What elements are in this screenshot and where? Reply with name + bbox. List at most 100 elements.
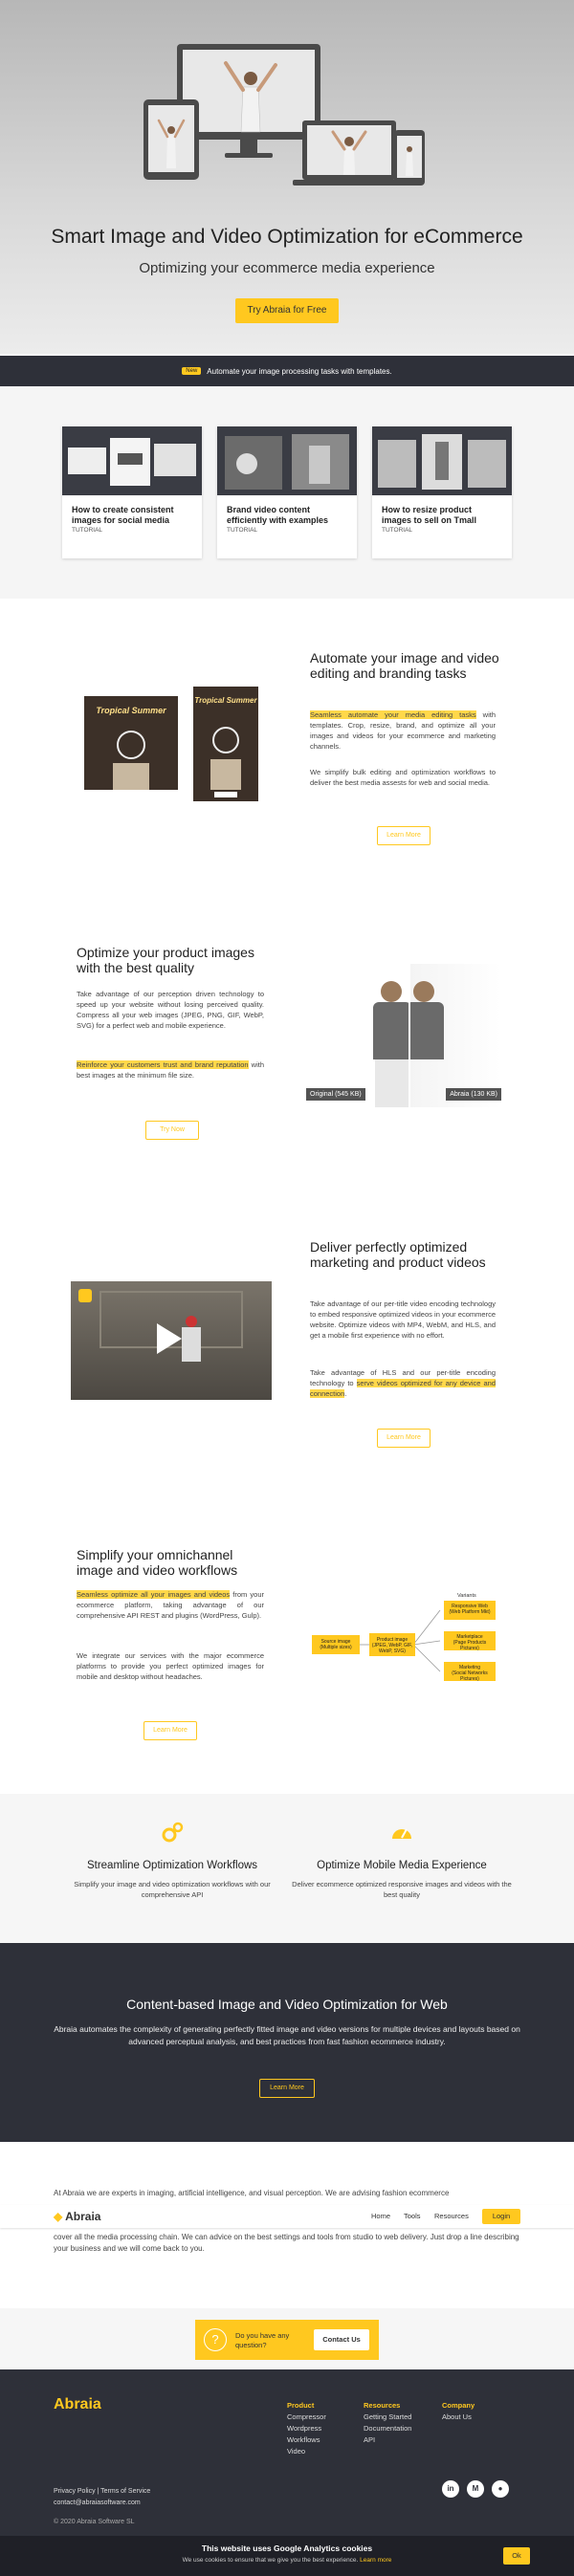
footer-heading: Resources [364, 2401, 401, 2410]
navbar: ◆ Abraia Home Tools Resources Login [0, 2205, 574, 2228]
footer-email[interactable]: contact@abraiasoftware.com [54, 2500, 141, 2506]
footer-link[interactable]: Workflows [287, 2434, 326, 2446]
tutorial-title: How to create consistent images for soci… [72, 505, 174, 525]
video-text-2: Take advantage of HLS and our per-title … [310, 1367, 496, 1399]
announcement-banner[interactable]: New Automate your image processing tasks… [0, 356, 574, 386]
try-now-button[interactable]: Try Now [145, 1121, 199, 1140]
about-text-1: At Abraia we are experts in imaging, art… [54, 2189, 450, 2197]
feature-desc: Deliver ecommerce optimized responsive i… [292, 1880, 512, 1899]
cookie-title: This website uses Google Analytics cooki… [201, 2543, 373, 2553]
login-button[interactable]: Login [482, 2209, 520, 2224]
tutorial-card[interactable]: How to create consistent images for soci… [62, 426, 202, 558]
cookie-bar: This website uses Google Analytics cooki… [0, 2536, 574, 2576]
hero-title: Smart Image and Video Optimization for e… [51, 226, 523, 248]
footer-copyright: © 2020 Abraia Software SL [54, 2519, 135, 2525]
content-based-learn-more-button[interactable]: Learn More [259, 2079, 315, 2098]
hero-section: Smart Image and Video Optimization for e… [0, 0, 574, 354]
navbar-logo-text: Abraia [65, 2210, 101, 2223]
navbar-logo[interactable]: ◆ Abraia [54, 2210, 100, 2223]
about-text-2: cover all the media processing chain. We… [54, 2233, 519, 2253]
content-based-title: Content-based Image and Video Optimizati… [126, 1997, 448, 2012]
automate-text-2: We simplify bulk editing and optimizatio… [310, 768, 496, 787]
tutorial-thumbnail [217, 426, 357, 495]
footer-link[interactable]: API [364, 2434, 411, 2446]
hero-subtitle: Optimizing your ecommerce media experien… [139, 260, 435, 276]
variant-sublabel: (Social Networks Pictures) [452, 1670, 488, 1682]
tutorial-thumbnail [372, 426, 512, 495]
footer-col-resources: Resources Getting Started Documentation … [364, 2400, 411, 2446]
contact-us-button[interactable]: Contact Us [314, 2329, 369, 2350]
medium-icon[interactable]: M [467, 2480, 484, 2498]
devices-illustration [144, 44, 425, 186]
omnichannel-learn-more-button[interactable]: Learn More [144, 1721, 197, 1740]
video-title: Deliver perfectly optimized marketing an… [310, 1239, 486, 1270]
nav-link-tools[interactable]: Tools [404, 2212, 421, 2220]
product-box: Product image (JPEG, WebP, GIF, WebP, SV… [369, 1633, 415, 1656]
tutorial-tag: TUTORIAL [72, 527, 103, 534]
footer-heading: Company [442, 2401, 475, 2410]
tutorial-card[interactable]: How to resize product images to sell on … [372, 426, 512, 558]
footer-link[interactable]: Wordpress [287, 2423, 326, 2434]
source-box: Source image (Multiple sizes) [312, 1635, 360, 1654]
automate-learn-more-button[interactable]: Learn More [377, 826, 430, 845]
footer-link[interactable]: Compressor [287, 2412, 326, 2423]
footer-link[interactable]: Getting Started [364, 2412, 411, 2423]
try-free-button[interactable]: Try Abraia for Free [235, 298, 339, 323]
tutorial-card[interactable]: Brand video content efficiently with exa… [217, 426, 357, 558]
automate-image: Tropical Summer [193, 687, 258, 801]
video-learn-more-button[interactable]: Learn More [377, 1429, 430, 1448]
automate-highlight: Seamless automate your media editing tas… [310, 710, 476, 719]
footer-col-product: Product Compressor Wordpress Workflows V… [287, 2400, 326, 2457]
tutorial-title: How to resize product images to sell on … [382, 505, 477, 525]
feature-item: Streamline Optimization Workflows Simpli… [57, 1821, 287, 1900]
speedometer-icon [392, 1828, 411, 1839]
footer-link[interactable]: About Us [442, 2412, 475, 2423]
comparison-slider-handle[interactable] [408, 964, 410, 1107]
tutorial-tag: TUTORIAL [227, 527, 258, 534]
footer-link[interactable]: Video [287, 2446, 326, 2457]
play-icon[interactable] [157, 1323, 182, 1354]
optimize-highlight: Reinforce your customers trust and brand… [77, 1060, 249, 1069]
new-badge: New [182, 367, 202, 375]
optimize-text-2: Reinforce your customers trust and brand… [77, 1059, 264, 1081]
contact-box: ? Do you have any question? Contact Us [195, 2320, 379, 2360]
nav-link-home[interactable]: Home [371, 2212, 390, 2220]
card-text: Tropical Summer [194, 696, 257, 705]
logo-mark-icon: ◆ [54, 2210, 63, 2223]
video-player[interactable] [71, 1281, 272, 1400]
automate-title: Automate your image and video editing an… [310, 650, 499, 681]
contact-section: ? Do you have any question? Contact Us [0, 2308, 574, 2369]
comparison-image[interactable]: Original (545 KB) Abraia (130 KB) [306, 964, 501, 1107]
source-sublabel: (Multiple sizes) [320, 1645, 352, 1650]
video-text-post: . [344, 1389, 347, 1398]
footer-link[interactable]: Documentation [364, 2423, 411, 2434]
feature-title: Streamline Optimization Workflows [86, 1860, 258, 1871]
footer-legal-links[interactable]: Privacy Policy | Terms of Service [54, 2488, 150, 2495]
footer-logo[interactable]: Abraia [54, 2396, 101, 2413]
feature-desc: Simplify your image and video optimizati… [74, 1880, 271, 1899]
cookie-learn-more-link[interactable]: Learn more [360, 2557, 391, 2564]
tutorial-title: Brand video content efficiently with exa… [227, 505, 329, 525]
abraia-label: Abraia (130 KB) [446, 1088, 501, 1101]
nav-link-resources[interactable]: Resources [434, 2212, 469, 2220]
footer-col-company: Company About Us [442, 2400, 475, 2423]
question-icon: ? [204, 2328, 227, 2351]
banner-text[interactable]: Automate your image processing tasks wit… [207, 367, 391, 376]
variants-label: Variants [457, 1593, 476, 1599]
linkedin-icon[interactable]: in [442, 2480, 459, 2498]
omnichannel-title: Simplify your omnichannel image and vide… [77, 1547, 238, 1578]
github-icon[interactable]: ● [492, 2480, 509, 2498]
video-text: Take advantage of our per-title video en… [310, 1299, 496, 1340]
contact-line-2: question? [235, 2341, 267, 2349]
tutorial-tag: TUTORIAL [382, 527, 413, 534]
variant-sublabel: (Web Platform Mkt) [449, 1609, 491, 1615]
optimize-title: Optimize your product images with the be… [77, 945, 254, 975]
optimize-text: Take advantage of our perception driven … [77, 990, 264, 1030]
content-based-desc: Abraia automates the complexity of gener… [54, 2024, 520, 2046]
omnichannel-highlight: Seamless optimize all your images and vi… [77, 1590, 231, 1599]
cookie-ok-button[interactable]: Ok [503, 2547, 530, 2565]
variant-box: Marketing (Social Networks Pictures) [444, 1662, 496, 1682]
variant-sublabel: (Page Products Pictures) [453, 1640, 487, 1651]
tutorials-section: How to create consistent images for soci… [0, 386, 574, 599]
variant-box: Responsive Web (Web Platform Mkt) [444, 1601, 496, 1620]
